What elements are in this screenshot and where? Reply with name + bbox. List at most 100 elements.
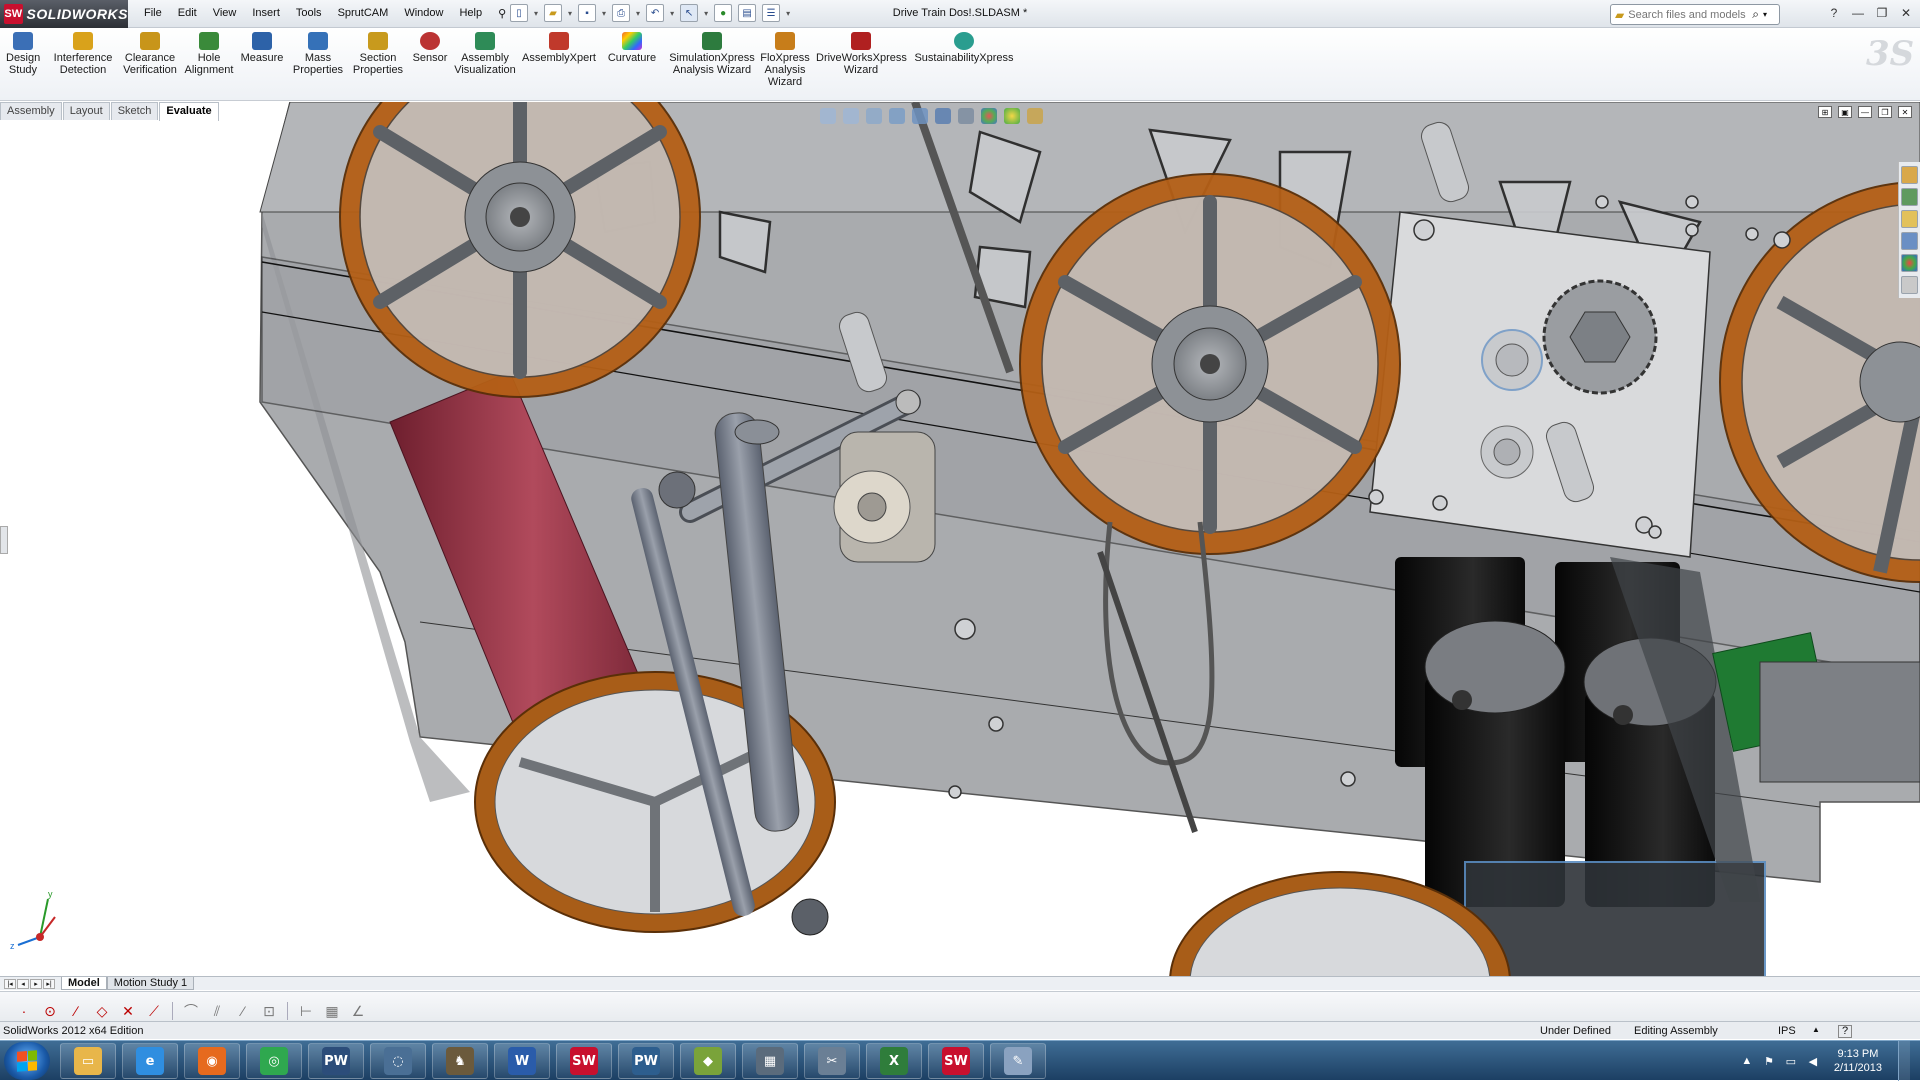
volume-icon[interactable]: ◀ xyxy=(1806,1054,1820,1068)
rebuild-icon[interactable]: ● xyxy=(714,4,733,22)
new-dropdown-icon[interactable]: ▾ xyxy=(534,9,538,18)
menu-sprutcam[interactable]: SprutCAM xyxy=(330,6,397,21)
convert-entities-icon[interactable]: ⊡ xyxy=(261,1003,277,1019)
previous-view-icon[interactable] xyxy=(866,108,882,124)
search-dropdown-icon[interactable]: ▾ xyxy=(1763,10,1767,19)
mass-properties-button[interactable]: Mass Properties xyxy=(290,32,346,76)
construction-line-icon[interactable]: ⁄ xyxy=(235,1003,251,1019)
search-icon[interactable]: ⌕ xyxy=(1752,7,1759,22)
interference-detection-button[interactable]: Interference Detection xyxy=(50,32,116,76)
angle-icon[interactable]: ∠ xyxy=(350,1003,366,1019)
taskbar-app-explorer[interactable]: ▭ xyxy=(60,1043,116,1079)
taskbar-app-excel[interactable]: X xyxy=(866,1043,922,1079)
tab-evaluate[interactable]: Evaluate xyxy=(159,102,219,121)
tab-motion-study[interactable]: Motion Study 1 xyxy=(106,977,195,990)
undo-dropdown-icon[interactable]: ▾ xyxy=(670,9,674,18)
assembly-model-view[interactable]: z y xyxy=(0,102,1920,976)
show-hidden-icons-icon[interactable]: ▲ xyxy=(1740,1054,1754,1068)
taskbar-clock[interactable]: 9:13 PM 2/11/2013 xyxy=(1834,1047,1882,1075)
menu-insert[interactable]: Insert xyxy=(244,6,288,21)
action-center-icon[interactable]: ⚑ xyxy=(1762,1054,1776,1068)
print-icon[interactable]: ⎙ xyxy=(612,4,631,22)
show-desktop-button[interactable] xyxy=(1898,1041,1910,1081)
view-settings-icon[interactable] xyxy=(1027,108,1043,124)
section-properties-button[interactable]: Section Properties xyxy=(350,32,406,76)
solidworks-resources-icon[interactable] xyxy=(1901,166,1918,184)
sustainabilityxpress-button[interactable]: SustainabilityXpress xyxy=(912,32,1016,64)
options-icon[interactable]: ☰ xyxy=(762,4,781,22)
new-document-icon[interactable]: ▯ xyxy=(510,4,528,22)
assemblyxpert-button[interactable]: AssemblyXpert xyxy=(522,32,596,64)
save-icon[interactable]: ▪ xyxy=(578,4,597,22)
status-help-icon[interactable]: ? xyxy=(1838,1025,1853,1038)
tab-assembly[interactable]: Assembly xyxy=(0,102,62,120)
solidworks-logo[interactable]: SW SOLIDWORKS xyxy=(0,0,128,28)
taskbar-app-snipping[interactable]: ✂ xyxy=(804,1043,860,1079)
options-dropdown-icon[interactable]: ▾ xyxy=(786,9,790,18)
design-study-button[interactable]: Design Study xyxy=(6,32,40,76)
taskbar-app-edrawings[interactable]: ◌ xyxy=(370,1043,426,1079)
first-tab-icon[interactable]: |◂ xyxy=(4,978,16,989)
taskbar-app-gimp[interactable]: ♞ xyxy=(432,1043,488,1079)
help-icon[interactable]: ? xyxy=(1824,4,1844,22)
tab-sketch[interactable]: Sketch xyxy=(110,102,159,120)
sensor-button[interactable]: Sensor xyxy=(410,32,450,64)
fillet-icon[interactable]: ⌒ xyxy=(183,1003,199,1019)
units-selector[interactable]: IPS xyxy=(1778,1025,1796,1037)
prev-tab-icon[interactable]: ◂ xyxy=(17,978,29,989)
taskbar-app-solidworks[interactable]: SW xyxy=(556,1043,612,1079)
section-view-icon[interactable] xyxy=(889,108,905,124)
search-box[interactable]: ▰ ⌕ ▾ xyxy=(1610,4,1780,25)
print-dropdown-icon[interactable]: ▾ xyxy=(636,9,640,18)
dimension-icon[interactable]: ⊢ xyxy=(298,1003,314,1019)
open-dropdown-icon[interactable]: ▾ xyxy=(568,9,572,18)
file-properties-icon[interactable]: ▤ xyxy=(738,4,757,22)
view-orientation-icon[interactable] xyxy=(912,108,928,124)
taskbar-app-chrome[interactable]: ◎ xyxy=(246,1043,302,1079)
circle-icon[interactable]: ⊙ xyxy=(42,1003,58,1019)
viewport-split-icon[interactable]: ⊞ xyxy=(1818,106,1832,118)
viewport-minimize-icon[interactable]: — xyxy=(1858,106,1872,118)
viewport-layout-icon[interactable]: ▣ xyxy=(1838,106,1852,118)
menu-tools[interactable]: Tools xyxy=(288,6,330,21)
tab-model[interactable]: Model xyxy=(61,977,107,990)
taskbar-app-calculator[interactable]: ▦ xyxy=(742,1043,798,1079)
tab-layout[interactable]: Layout xyxy=(62,102,110,120)
view-palette-icon[interactable] xyxy=(1901,232,1918,250)
grid-icon[interactable]: ▦ xyxy=(324,1003,340,1019)
design-library-icon[interactable] xyxy=(1901,188,1918,206)
menu-edit[interactable]: Edit xyxy=(170,6,205,21)
taskbar-app-word[interactable]: W xyxy=(494,1043,550,1079)
last-tab-icon[interactable]: ▸| xyxy=(43,978,55,989)
save-dropdown-icon[interactable]: ▾ xyxy=(602,9,606,18)
undo-icon[interactable]: ↶ xyxy=(646,4,665,22)
edit-appearance-icon[interactable] xyxy=(981,108,997,124)
measure-button[interactable]: Measure xyxy=(238,32,286,64)
hide-show-items-icon[interactable] xyxy=(958,108,974,124)
open-folder-icon[interactable]: ▰ xyxy=(544,4,563,22)
units-dropdown-icon[interactable]: ▲ xyxy=(1812,1025,1820,1034)
polygon-icon[interactable]: ◇ xyxy=(94,1003,110,1019)
menu-window[interactable]: Window xyxy=(396,6,451,21)
driveworksxpress-button[interactable]: DriveWorksXpress Wizard xyxy=(816,32,907,76)
search-input[interactable] xyxy=(1628,8,1749,21)
display-style-icon[interactable] xyxy=(935,108,951,124)
taskbar-app-sketchup[interactable]: ◆ xyxy=(680,1043,736,1079)
feature-manager-collapse-handle[interactable] xyxy=(0,526,8,554)
taskbar-app-pw[interactable]: PW xyxy=(308,1043,364,1079)
menu-help[interactable]: Help xyxy=(451,6,490,21)
taskbar-app-paint[interactable]: ✎ xyxy=(990,1043,1046,1079)
menu-view[interactable]: View xyxy=(205,6,245,21)
line-icon[interactable]: ∕ xyxy=(68,1003,84,1019)
curvature-button[interactable]: Curvature xyxy=(604,32,660,64)
graphics-area[interactable]: z y Assembly Layout Sketch Evaluate ⊞ ▣ … xyxy=(0,102,1920,976)
select-dropdown-icon[interactable]: ▾ xyxy=(704,9,708,18)
taskbar-app-firefox[interactable]: ◉ xyxy=(184,1043,240,1079)
hole-alignment-button[interactable]: Hole Alignment xyxy=(184,32,234,76)
custom-properties-icon[interactable] xyxy=(1901,276,1918,294)
taskbar-app-solidworks-active[interactable]: SW xyxy=(928,1043,984,1079)
clearance-verification-button[interactable]: Clearance Verification xyxy=(120,32,180,76)
taskbar-app-internet-explorer[interactable]: e xyxy=(122,1043,178,1079)
simulationxpress-button[interactable]: SimulationXpress Analysis Wizard xyxy=(668,32,756,76)
select-arrow-icon[interactable]: ↖ xyxy=(680,4,699,22)
